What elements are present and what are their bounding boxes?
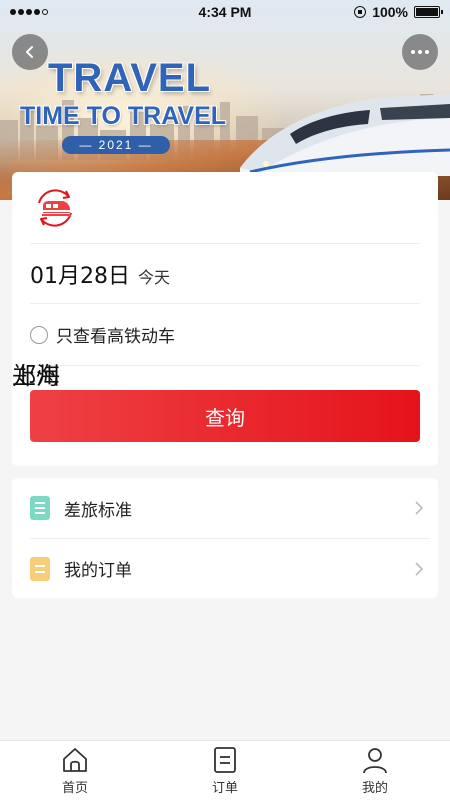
status-bar: 4:34 PM 100% xyxy=(0,0,450,24)
back-button[interactable] xyxy=(12,34,48,70)
tab-home[interactable]: 首页 xyxy=(0,741,150,800)
train-search-card: 郑州 上海 01月28日 今天 只查看高铁动车 查询 xyxy=(12,172,438,466)
bullet-train-image xyxy=(240,94,450,176)
date-row[interactable]: 01月28日 今天 xyxy=(30,244,420,304)
bottom-tab-bar: 首页 订单 我的 xyxy=(0,740,450,800)
signal-strength-icon xyxy=(10,9,48,15)
departure-date: 01月28日 xyxy=(30,263,130,289)
battery-percent: 100% xyxy=(372,4,408,20)
menu-item-label: 我的订单 xyxy=(64,561,132,581)
menu-item-label: 差旅标准 xyxy=(64,500,132,521)
tab-profile[interactable]: 我的 xyxy=(300,741,450,800)
menu-item-travel-policy[interactable]: 差旅标准 xyxy=(30,478,430,538)
arrival-city[interactable]: 上海 xyxy=(12,356,450,426)
order-icon xyxy=(30,556,50,581)
tab-label: 订单 xyxy=(211,781,238,796)
date-weekday: 今天 xyxy=(138,267,171,287)
high-speed-radio[interactable] xyxy=(30,325,48,344)
tab-orders[interactable]: 订单 xyxy=(150,741,300,800)
tab-label: 首页 xyxy=(61,781,88,796)
swap-cities-train-icon[interactable] xyxy=(30,183,80,233)
chevron-left-icon xyxy=(26,46,33,58)
home-icon xyxy=(63,748,87,772)
menu-item-my-orders[interactable]: 我的订单 xyxy=(30,538,430,598)
banner-year-badge: — 2021 — xyxy=(62,136,170,154)
chevron-right-icon xyxy=(415,501,424,515)
user-icon xyxy=(363,748,387,774)
rotation-lock-icon xyxy=(354,6,367,18)
order-list-icon xyxy=(214,747,236,773)
banner-title: TRAVEL xyxy=(48,56,212,100)
more-dots-icon xyxy=(411,50,429,54)
menu-card: 差旅标准 我的订单 xyxy=(12,478,438,598)
more-button[interactable] xyxy=(402,34,438,70)
high-speed-filter-label: 只查看高铁动车 xyxy=(56,327,175,347)
travel-banner: TRAVEL TIME TO TRAVEL — 2021 — xyxy=(0,0,450,200)
status-right: 100% xyxy=(354,4,443,20)
battery-icon xyxy=(414,6,443,18)
status-time: 4:34 PM xyxy=(198,4,252,20)
document-list-icon xyxy=(30,496,50,520)
city-row: 郑州 上海 xyxy=(12,172,420,390)
banner-subtitle: TIME TO TRAVEL xyxy=(20,102,227,130)
tab-label: 我的 xyxy=(361,781,388,796)
chevron-right-icon xyxy=(415,561,424,576)
